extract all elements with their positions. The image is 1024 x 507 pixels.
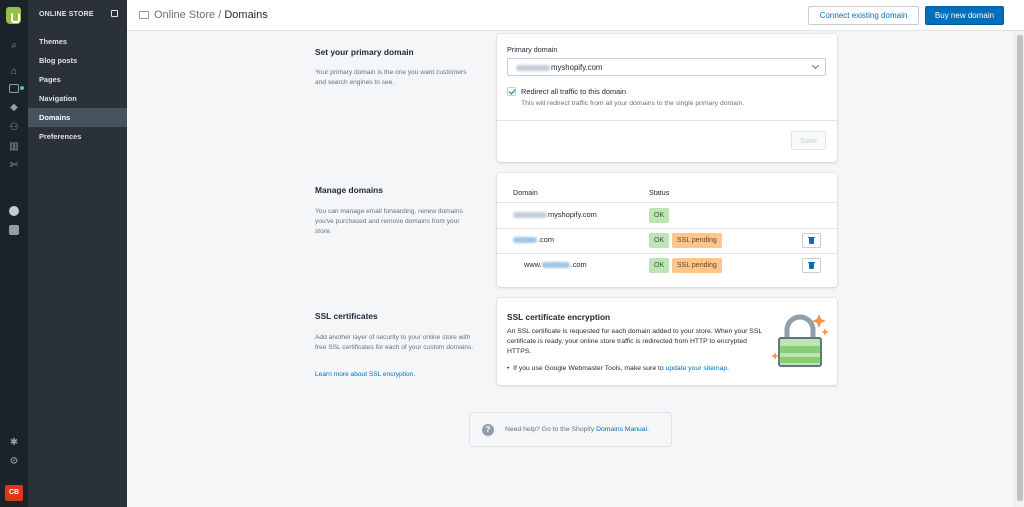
status-badge-ok: OK <box>649 258 670 273</box>
ssl-card-bullet: • If you use Google Webmaster Tools, mak… <box>507 365 730 372</box>
home-icon[interactable]: ⌂ <box>8 66 20 77</box>
customers-icon[interactable]: ⚇ <box>8 122 20 133</box>
question-icon: ? <box>482 424 494 436</box>
table-divider <box>497 202 837 203</box>
subnav-item-navigation[interactable]: Navigation <box>28 89 127 108</box>
online-store-icon <box>139 11 149 19</box>
connect-existing-domain-button[interactable]: Connect existing domain <box>808 6 919 25</box>
status-badge-ssl-pending: SSL pending <box>672 233 722 248</box>
subnav-item-themes[interactable]: Themes <box>28 32 127 51</box>
search-icon[interactable]: ⌕ <box>8 40 20 51</box>
subnav-item-blog-posts[interactable]: Blog posts <box>28 51 127 70</box>
ssl-certificates-title: SSL certificates <box>315 311 378 321</box>
top-bar: Online Store / Domains Connect existing … <box>127 0 1024 31</box>
redacted-text <box>513 212 547 219</box>
breadcrumb: Online Store / Domains <box>154 9 268 21</box>
table-divider <box>497 253 837 254</box>
manage-domains-card: Domain Status myshopify.com OK .com OK S… <box>497 173 837 287</box>
breadcrumb-separator: / <box>218 9 222 21</box>
status-badge-ok: OK <box>649 208 670 223</box>
delete-domain-button[interactable] <box>802 233 821 248</box>
online-store-subnav: ONLINE STORE Themes Blog posts Pages Nav… <box>28 0 127 507</box>
learn-ssl-link[interactable]: Learn more about SSL encryption. <box>315 370 475 380</box>
help-box: ? Need help? Go to the Shopify Domains M… <box>469 412 672 447</box>
breadcrumb-parent[interactable]: Online Store <box>154 9 215 21</box>
apps-icon[interactable]: ✱ <box>8 437 20 448</box>
scrollbar[interactable] <box>1014 31 1024 507</box>
subnav-header: ONLINE STORE <box>28 0 127 31</box>
ssl-card-body: An SSL certificate is requested for each… <box>507 328 762 355</box>
icon-rail: ⌕ ⌂ ◆ ⚇ ▥ ✄ ✱ ⚙ CB <box>0 0 28 507</box>
domain-name: myshopify.com <box>513 210 597 219</box>
scrollbar-thumb[interactable] <box>1017 35 1023 501</box>
redirect-label[interactable]: Redirect all traffic to this domain <box>521 87 626 96</box>
avatar[interactable]: CB <box>5 485 23 501</box>
settings-icon[interactable]: ⚙ <box>8 456 20 467</box>
column-header-domain: Domain <box>513 188 538 197</box>
padlock-icon <box>771 314 829 367</box>
primary-domain-card: Primary domain myshopify.com Redirect al… <box>497 34 837 162</box>
page-title: Domains <box>224 9 268 21</box>
external-link-icon[interactable] <box>111 10 118 17</box>
card-divider <box>497 120 837 121</box>
manage-domains-title: Manage domains <box>315 185 383 195</box>
domain-link[interactable]: www. .com <box>524 260 587 269</box>
ssl-encryption-card: SSL certificate encryption An SSL certif… <box>497 298 837 385</box>
tag-icon[interactable]: ◆ <box>8 102 20 113</box>
update-sitemap-link[interactable]: update your sitemap <box>666 365 728 372</box>
delete-domain-button[interactable] <box>802 258 821 273</box>
status-badge-ok: OK <box>649 233 670 248</box>
primary-domain-description: Your primary domain is the one you want … <box>315 69 467 86</box>
manage-domains-description: You can manage email forwarding, renew d… <box>315 208 463 235</box>
ssl-certificates-description: Add another layer of security to your on… <box>315 334 474 351</box>
redacted-text <box>541 262 570 269</box>
primary-domain-title: Set your primary domain <box>315 47 414 57</box>
facebook-icon[interactable] <box>9 225 19 235</box>
subnav-title: ONLINE STORE <box>39 11 94 18</box>
redirect-checkbox[interactable] <box>507 87 516 96</box>
domain-link[interactable]: .com <box>513 235 554 244</box>
online-store-icon[interactable] <box>9 206 19 216</box>
discounts-icon[interactable]: ✄ <box>8 160 20 171</box>
shopify-logo-icon[interactable] <box>6 7 21 24</box>
analytics-icon[interactable]: ▥ <box>8 141 20 152</box>
status-badge-ssl-pending: SSL pending <box>672 258 722 273</box>
subnav-item-pages[interactable]: Pages <box>28 70 127 89</box>
redacted-text <box>513 237 537 244</box>
ssl-card-title: SSL certificate encryption <box>507 312 611 322</box>
redirect-help-text: This will redirect traffic from all your… <box>521 100 745 107</box>
help-text: Need help? Go to the Shopify Domains Man… <box>505 426 649 433</box>
notification-dot <box>20 86 24 90</box>
chevron-down-icon <box>811 61 820 70</box>
subnav-item-domains[interactable]: Domains <box>28 108 127 127</box>
save-button[interactable]: Save <box>791 131 826 150</box>
domains-manual-link[interactable]: Domains Manual <box>596 426 647 433</box>
primary-domain-select[interactable]: myshopify.com <box>507 58 826 76</box>
column-header-status: Status <box>649 188 670 197</box>
subnav-item-preferences[interactable]: Preferences <box>28 127 127 146</box>
table-divider <box>497 228 837 229</box>
orders-icon[interactable] <box>9 84 19 93</box>
buy-new-domain-button[interactable]: Buy new domain <box>925 6 1004 25</box>
primary-domain-label: Primary domain <box>507 45 558 54</box>
redacted-text <box>516 64 550 71</box>
selected-domain: myshopify.com <box>551 63 603 72</box>
